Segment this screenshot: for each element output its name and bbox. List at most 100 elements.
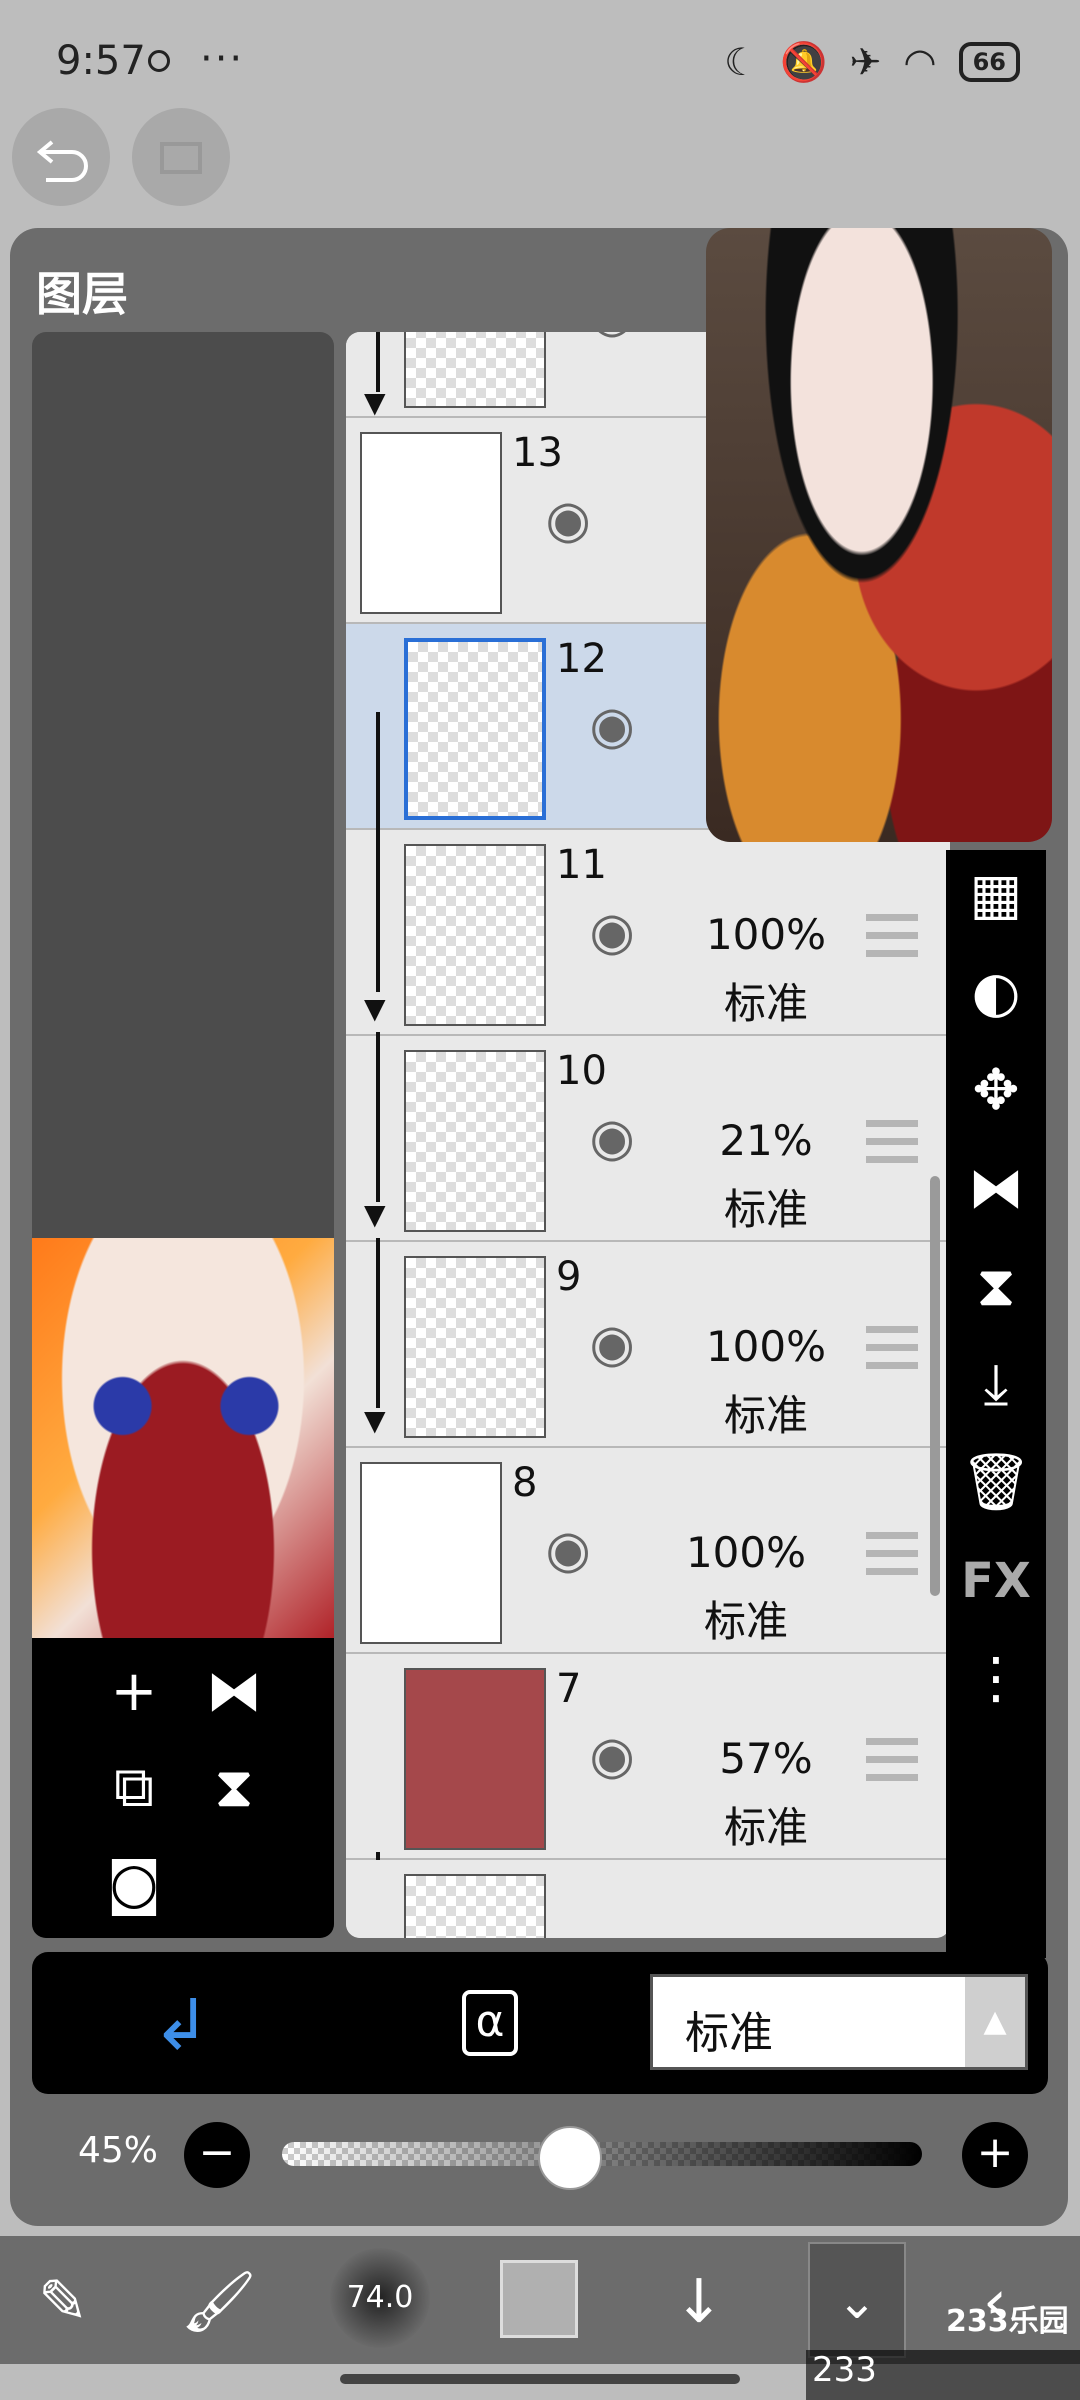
layer-thumbnail — [404, 332, 546, 408]
clip-arrow-icon: ▼ — [364, 992, 386, 1025]
layer-row[interactable]: 8 ◉ 100% 标准 — [346, 1448, 950, 1654]
drag-handle-icon[interactable] — [866, 1532, 918, 1576]
battery-icon: 66 — [958, 42, 1020, 82]
layer-opacity: 100% — [685, 1528, 807, 1577]
layer-number: 12 — [556, 636, 607, 682]
opacity-decrease-button[interactable]: − — [184, 2122, 250, 2188]
brush-icon[interactable]: 🖌 — [164, 2254, 274, 2350]
redo-button[interactable] — [132, 108, 230, 206]
blend-mode-bar: ↲ α 标准 ▲ — [32, 1952, 1048, 2094]
panel-title: 图层 — [36, 267, 128, 321]
layer-opacity: 100% — [705, 1322, 827, 1371]
alpha-lock-button[interactable]: α — [462, 1990, 518, 2056]
drag-handle-icon[interactable] — [866, 1738, 918, 1782]
floating-video[interactable] — [706, 228, 1052, 842]
layer-number: 11 — [556, 842, 607, 888]
drag-handle-icon[interactable] — [866, 914, 918, 958]
fx-button[interactable]: FX — [946, 1536, 1046, 1626]
preview-artwork — [32, 1238, 334, 1638]
mute-icon: 🔕 — [780, 39, 828, 84]
opacity-increase-button[interactable]: + — [962, 2122, 1028, 2188]
layer-thumbnail — [360, 1462, 502, 1644]
add-layer-button[interactable]: + — [94, 1652, 174, 1732]
layer-blend-mode: 标准 — [723, 1391, 808, 1440]
visibility-eye-icon[interactable]: ◉ — [530, 1524, 606, 1576]
clip-arrow-icon: ▼ — [364, 1198, 386, 1231]
blend-mode-value: 标准 — [685, 2008, 773, 2059]
brush-size[interactable]: 74.0 — [330, 2248, 430, 2348]
status-more-icon: ··· — [200, 36, 245, 82]
layer-row[interactable]: 9 ◉ 100% 标准 — [346, 1242, 950, 1448]
visibility-eye-icon[interactable]: ◉ — [530, 494, 606, 546]
layer-blend-mode: 标准 — [723, 1803, 808, 1852]
visibility-eye-icon[interactable]: ◉ — [574, 332, 650, 340]
color-swatch[interactable] — [500, 2260, 578, 2338]
redo-icon — [160, 142, 202, 174]
layer-thumbnail — [404, 1874, 546, 1938]
layer-number: 13 — [512, 430, 563, 476]
layer-number: 8 — [512, 1460, 538, 1506]
move-icon[interactable]: ✥ — [946, 1046, 1046, 1136]
dropdown-arrow-icon[interactable]: ▲ — [965, 1977, 1025, 2067]
opacity-label: 45% — [78, 2130, 159, 2171]
layer-blend-mode: 标准 — [723, 979, 808, 1028]
canvas-preview[interactable]: + ⧓ ⧉ ⧗ ◙ — [32, 332, 334, 1938]
status-icons: ☾ 🔕 ✈ ◠ 66 — [724, 40, 1020, 84]
opacity-slider-thumb[interactable] — [538, 2126, 602, 2190]
preview-toolbar: + ⧓ ⧉ ⧗ ◙ — [32, 1638, 334, 1938]
drag-handle-icon[interactable] — [866, 1120, 918, 1164]
watermark-id: 233号:346379294 — [806, 2350, 1080, 2400]
drag-handle-icon[interactable] — [866, 1326, 918, 1370]
layer-thumbnail — [404, 1668, 546, 1850]
layer-blend-mode: 标准 — [723, 1185, 808, 1234]
bottom-toolbar: ✎ 🖌 74.0 ↓ ⌄ ‹ — [0, 2236, 1080, 2364]
clip-arrow-icon: ▼ — [364, 386, 386, 419]
undo-icon — [36, 140, 88, 182]
layer-scrollbar[interactable] — [930, 1176, 940, 1596]
layer-thumbnail — [360, 432, 502, 614]
clip-arrow-icon: ▼ — [364, 1404, 386, 1437]
flip-horizontal-layer-icon[interactable]: ⧓ — [946, 1144, 1046, 1234]
duplicate-layer-button[interactable]: ⧉ — [94, 1748, 174, 1828]
opacity-bar: 45% − + — [32, 2096, 1048, 2210]
airplane-icon: ✈ — [849, 40, 882, 84]
layer-thumbnail — [404, 1256, 546, 1438]
flip-vertical-icon[interactable]: ⧗ — [194, 1748, 274, 1828]
notification-icon — [148, 50, 170, 72]
flip-horizontal-icon[interactable]: ⧓ — [194, 1652, 274, 1732]
layer-row[interactable]: 7 ◉ 57% 标准 — [346, 1654, 950, 1860]
visibility-eye-icon[interactable]: ◉ — [574, 700, 650, 752]
clipping-button[interactable]: ↲ — [152, 1984, 211, 2066]
more-vertical-icon[interactable]: ⋮ — [946, 1634, 1046, 1724]
layer-row[interactable] — [346, 1860, 950, 1938]
undo-button[interactable] — [12, 108, 110, 206]
visibility-eye-icon[interactable]: ◉ — [574, 1730, 650, 1782]
layer-opacity: 57% — [719, 1734, 813, 1783]
layer-thumbnail — [404, 1050, 546, 1232]
layer-row[interactable]: 10 ◉ 21% 标准 — [346, 1036, 950, 1242]
contrast-icon[interactable]: ◐ — [946, 948, 1046, 1038]
layer-row[interactable]: 11 ◉ 100% 标准 — [346, 830, 950, 1036]
layer-thumbnail — [404, 844, 546, 1026]
layer-button[interactable]: ⌄ — [808, 2242, 906, 2358]
right-toolbar: ▦ ◐ ✥ ⧓ ⧗ ⤓ 🗑 FX ⋮ — [946, 850, 1046, 1958]
visibility-eye-icon[interactable]: ◉ — [574, 1112, 650, 1164]
layer-number: 9 — [556, 1254, 582, 1300]
visibility-eye-icon[interactable]: ◉ — [574, 1318, 650, 1370]
layer-thumbnail — [404, 638, 546, 820]
camera-icon[interactable]: ◙ — [94, 1844, 174, 1924]
arrow-down-icon[interactable]: ↓ — [644, 2254, 754, 2350]
tool-switch-icon[interactable]: ✎ — [8, 2254, 118, 2350]
visibility-eye-icon[interactable]: ◉ — [574, 906, 650, 958]
flip-vertical-layer-icon[interactable]: ⧗ — [946, 1242, 1046, 1332]
blend-mode-select[interactable]: 标准 ▲ — [650, 1974, 1028, 2070]
moon-icon: ☾ — [724, 40, 759, 84]
layer-opacity: 100% — [705, 910, 827, 959]
opacity-slider-track[interactable] — [282, 2142, 922, 2166]
layer-blend-mode: 标准 — [703, 1597, 788, 1646]
transparency-checker-icon[interactable]: ▦ — [946, 850, 1046, 940]
gesture-bar[interactable] — [340, 2374, 740, 2384]
trash-icon[interactable]: 🗑 — [946, 1438, 1046, 1528]
merge-down-icon[interactable]: ⤓ — [946, 1340, 1046, 1430]
layer-opacity: 21% — [719, 1116, 813, 1165]
